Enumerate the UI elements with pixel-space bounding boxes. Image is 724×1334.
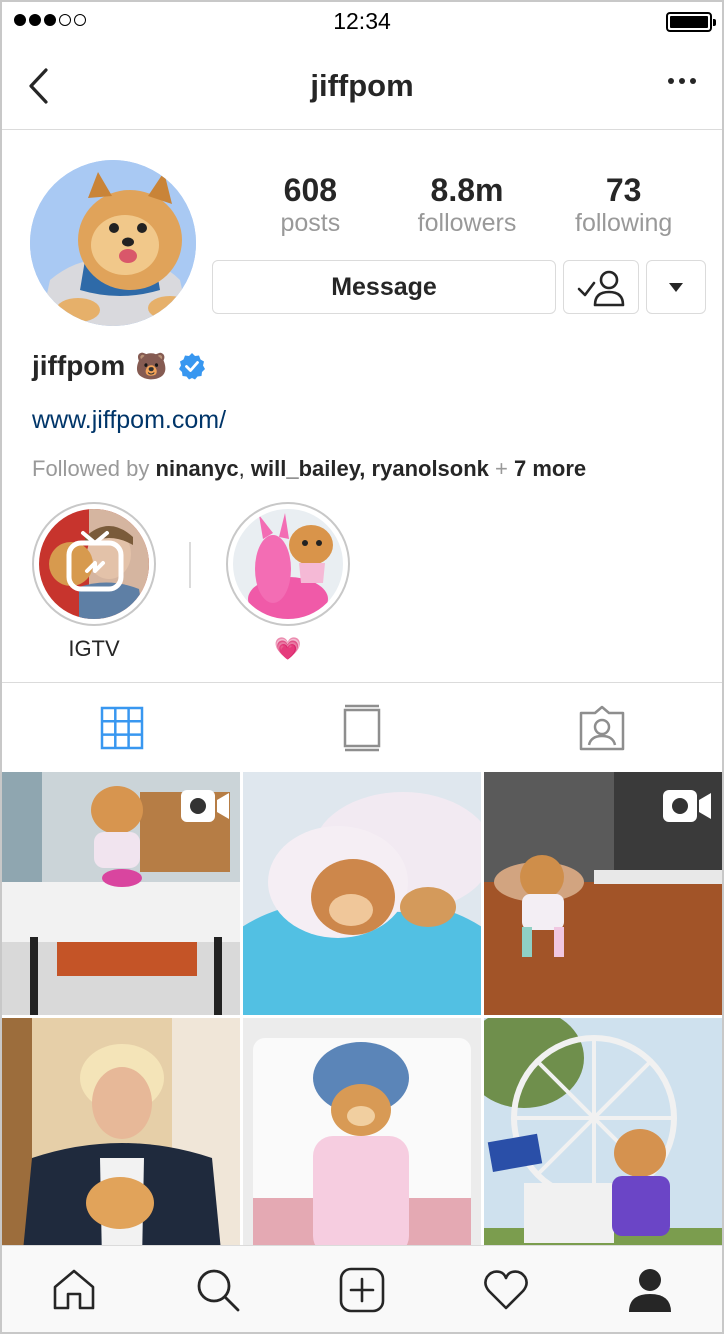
bear-emoji: 🐻 [135,350,168,381]
ellipsis-icon [668,78,674,84]
highlight-ring [226,502,350,626]
post-thumbnail[interactable] [243,1018,481,1261]
avatar-image [30,160,196,326]
suggestions-dropdown-button[interactable] [646,260,706,314]
profile-tabs [2,682,722,772]
followed-by-users[interactable]: will_bailey, ryanolsonk [251,456,489,481]
battery-icon [666,12,716,32]
highlight-heart[interactable]: 💗 [226,502,350,662]
status-time: 12:34 [333,8,391,34]
tab-new-post[interactable] [290,1246,434,1332]
profile-icon [629,1269,671,1312]
post-image [243,1018,481,1261]
status-bar: 12:34 [2,2,722,42]
profile-name-row: jiffpom 🐻 [32,350,206,382]
feed-icon [343,704,381,751]
tab-profile[interactable] [578,1246,722,1332]
tab-activity[interactable] [434,1246,578,1332]
highlight-label: 💗 [274,636,302,661]
followed-by-prefix: Followed by [32,456,156,481]
highlight-heart-image [233,509,343,619]
posts-grid [2,772,722,1261]
phone-frame: 12:34 jiffpom 608 posts 8.8m followers 7… [0,0,724,1334]
tab-home[interactable] [2,1246,146,1332]
profile-avatar[interactable] [30,160,196,326]
highlight-label: IGTV [68,636,120,661]
followers-stat[interactable]: 8.8m followers [389,172,546,238]
caret-down-icon [669,283,683,292]
post-thumbnail[interactable] [484,1018,722,1261]
profile-website-link[interactable]: www.jiffpom.com/ [32,406,226,435]
following-label: following [575,209,673,237]
grid-icon [100,706,144,749]
user-check-icon [577,270,625,307]
home-icon [53,1269,95,1310]
followed-by-separator: , [238,456,251,481]
posts-label: posts [280,209,341,237]
highlight-ring [32,502,156,626]
tab-feed[interactable] [242,683,482,772]
followed-by-more[interactable]: 7 more [514,456,586,481]
following-stat[interactable]: 73 following [545,172,702,238]
bottom-tab-bar [2,1245,722,1332]
followed-by-plus: + [488,456,514,481]
verified-badge-icon [178,353,205,380]
followed-by-user[interactable]: ninanyc [156,456,239,481]
post-image [243,772,481,1015]
post-thumbnail[interactable] [484,772,722,1015]
new-post-icon [339,1267,385,1313]
highlight-igtv[interactable]: IGTV [32,502,156,662]
navigation-bar: jiffpom [2,42,722,130]
highlight-divider [189,542,191,588]
post-thumbnail[interactable] [2,772,240,1015]
followed-by-text[interactable]: Followed by ninanyc, will_bailey, ryanol… [32,456,586,482]
following-status-button[interactable] [563,260,639,314]
activity-heart-icon [484,1270,528,1310]
tab-search[interactable] [146,1246,290,1332]
posts-count: 608 [283,172,338,208]
posts-stat[interactable]: 608 posts [232,172,389,238]
message-button[interactable]: Message [212,260,556,314]
tab-tagged[interactable] [482,683,722,772]
followers-count: 8.8m [430,172,504,208]
more-options-button[interactable] [668,78,696,84]
page-title: jiffpom [310,68,414,103]
following-count: 73 [605,172,642,208]
tab-grid[interactable] [2,683,242,772]
profile-stats: 608 posts 8.8m followers 73 following [232,172,702,238]
video-icon [181,790,229,822]
post-thumbnail[interactable] [2,1018,240,1261]
video-icon [663,790,711,822]
profile-name: jiffpom [32,350,126,381]
search-icon [197,1269,240,1312]
post-image [484,1018,722,1261]
highlight-igtv-image [39,509,149,619]
followers-label: followers [417,209,517,237]
post-image [2,1018,240,1261]
tagged-icon [579,705,625,750]
post-thumbnail[interactable] [243,772,481,1015]
